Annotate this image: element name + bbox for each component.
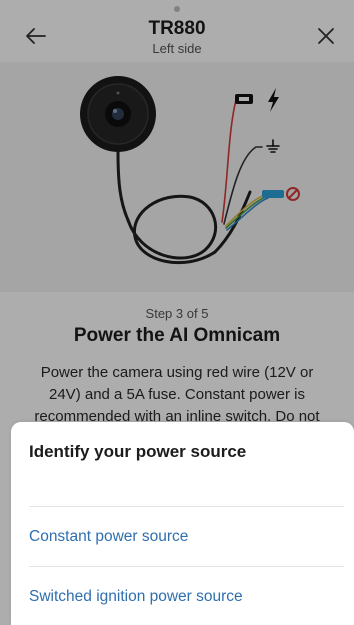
sheet-divider bbox=[29, 506, 344, 507]
sheet-title: Identify your power source bbox=[29, 442, 247, 461]
option-constant-power[interactable]: Constant power source bbox=[29, 516, 344, 558]
sheet-divider bbox=[29, 566, 344, 567]
option-switched-ignition-power[interactable]: Switched ignition power source bbox=[29, 576, 344, 618]
power-source-sheet: Identify your power source Constant powe… bbox=[11, 422, 354, 625]
